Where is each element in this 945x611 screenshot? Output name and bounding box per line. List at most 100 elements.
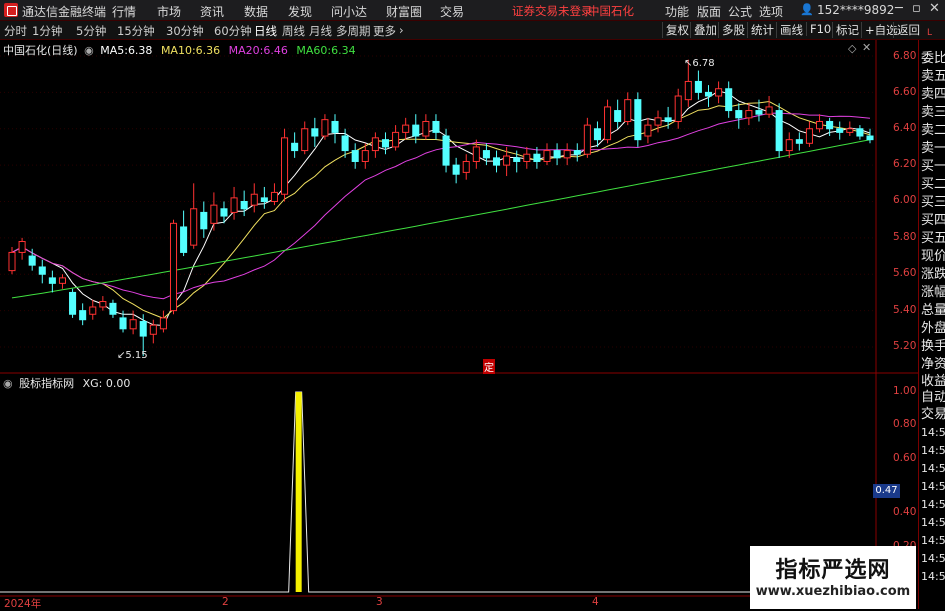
- candle[interactable]: [866, 128, 874, 144]
- period-more[interactable]: 更多: [373, 23, 396, 39]
- candle[interactable]: [270, 183, 278, 206]
- candle[interactable]: [624, 92, 632, 126]
- candle[interactable]: [240, 190, 248, 217]
- period-weekly[interactable]: 周线: [282, 23, 305, 39]
- period-multi[interactable]: 多周期: [336, 23, 371, 39]
- candle[interactable]: [351, 143, 359, 169]
- candle[interactable]: [553, 143, 561, 166]
- candle[interactable]: [725, 81, 733, 118]
- menu-jiaoyi[interactable]: 交易: [440, 3, 464, 20]
- candle[interactable]: [48, 270, 56, 293]
- candle[interactable]: [230, 186, 238, 220]
- btn-fuquan[interactable]: 复权: [662, 22, 689, 38]
- menu-xuanxiang[interactable]: 选项: [759, 3, 783, 20]
- candle[interactable]: [573, 143, 581, 162]
- trade-login-status[interactable]: 证券交易未登录: [512, 3, 593, 19]
- period-monthly[interactable]: 月线: [309, 23, 332, 39]
- candle[interactable]: [543, 143, 551, 166]
- period-5min[interactable]: 5分钟: [76, 23, 106, 39]
- candle[interactable]: [69, 288, 77, 318]
- candle[interactable]: [614, 99, 622, 129]
- btn-tongji[interactable]: 统计: [747, 22, 774, 38]
- close-icon[interactable]: ✕: [929, 1, 940, 16]
- candle[interactable]: [38, 259, 46, 284]
- candle[interactable]: [583, 117, 591, 158]
- period-fenshi[interactable]: 分时: [4, 23, 27, 39]
- period-daily[interactable]: 日线: [254, 23, 277, 39]
- diamond-icon[interactable]: ◇: [848, 42, 856, 55]
- menu-faxian[interactable]: 发现: [288, 3, 312, 20]
- candle[interactable]: [89, 299, 97, 320]
- candle[interactable]: [785, 132, 793, 158]
- btn-fanhui[interactable]: 返回: [893, 22, 920, 38]
- candle[interactable]: [674, 88, 682, 129]
- candle[interactable]: [462, 154, 470, 180]
- candle[interactable]: [634, 92, 642, 147]
- candle[interactable]: [210, 192, 218, 231]
- candle[interactable]: [694, 70, 702, 100]
- candle[interactable]: [250, 183, 258, 213]
- menu-zixun[interactable]: 资讯: [200, 3, 224, 20]
- menu-shichang[interactable]: 市场: [157, 3, 181, 20]
- candle[interactable]: [169, 219, 178, 315]
- menu-shuju[interactable]: 数据: [244, 3, 268, 20]
- candle[interactable]: [846, 121, 854, 137]
- period-30min[interactable]: 30分钟: [166, 23, 204, 39]
- candle[interactable]: [422, 114, 430, 140]
- candle[interactable]: [765, 96, 773, 118]
- candle[interactable]: [149, 319, 157, 344]
- candle[interactable]: [392, 125, 400, 151]
- candle[interactable]: [735, 103, 743, 129]
- candle[interactable]: [704, 85, 713, 107]
- settings-icon[interactable]: ◉: [3, 377, 13, 390]
- btn-duogu[interactable]: 多股: [718, 22, 745, 38]
- candle[interactable]: [321, 114, 329, 140]
- candle[interactable]: [745, 103, 753, 126]
- candle[interactable]: [18, 237, 26, 260]
- candle[interactable]: [381, 132, 390, 155]
- btn-biaoji[interactable]: 标记: [832, 22, 859, 38]
- candle[interactable]: [190, 183, 198, 249]
- candle[interactable]: [281, 128, 289, 202]
- menu-wenxiaoda[interactable]: 问小达: [331, 3, 367, 20]
- candle[interactable]: [291, 132, 299, 158]
- settings-icon[interactable]: ◉: [84, 44, 94, 57]
- candle[interactable]: [159, 310, 167, 333]
- candle[interactable]: [442, 128, 450, 173]
- menu-gongneng[interactable]: 功能: [665, 3, 689, 20]
- candle[interactable]: [604, 99, 612, 144]
- candle[interactable]: [200, 201, 208, 238]
- candle[interactable]: [79, 303, 87, 326]
- menu-caifuquan[interactable]: 财富圈: [386, 3, 422, 20]
- period-60min[interactable]: 60分钟: [214, 23, 252, 39]
- minimize-icon[interactable]: ─: [895, 1, 903, 16]
- candle[interactable]: [452, 157, 460, 184]
- account-id[interactable]: 152****9892: [817, 3, 894, 17]
- btn-diejia[interactable]: 叠加: [690, 22, 717, 38]
- chevron-right-icon[interactable]: ›: [399, 23, 404, 37]
- candle[interactable]: [775, 103, 783, 158]
- candle[interactable]: [58, 274, 66, 289]
- candle[interactable]: [816, 114, 824, 133]
- candle[interactable]: [260, 186, 268, 209]
- candle[interactable]: [795, 132, 803, 151]
- candle[interactable]: [109, 299, 117, 318]
- candle[interactable]: [311, 117, 319, 147]
- candle[interactable]: [371, 132, 379, 158]
- candle[interactable]: [644, 117, 652, 144]
- candle[interactable]: [331, 114, 339, 144]
- candle[interactable]: [563, 143, 571, 166]
- candle[interactable]: [99, 296, 107, 311]
- candle[interactable]: [402, 117, 410, 140]
- close-panel-icon[interactable]: ✕: [862, 41, 871, 54]
- btn-f10[interactable]: F10: [806, 22, 831, 36]
- rp-trade[interactable]: 交易: [921, 403, 945, 422]
- candle[interactable]: [482, 143, 490, 166]
- menu-hangqing[interactable]: 行情: [112, 3, 136, 20]
- candle[interactable]: [836, 121, 844, 140]
- maximize-icon[interactable]: ▫: [912, 1, 921, 16]
- candle[interactable]: [180, 210, 188, 257]
- candle[interactable]: [301, 121, 309, 155]
- candle[interactable]: [715, 81, 723, 104]
- period-15min[interactable]: 15分钟: [117, 23, 155, 39]
